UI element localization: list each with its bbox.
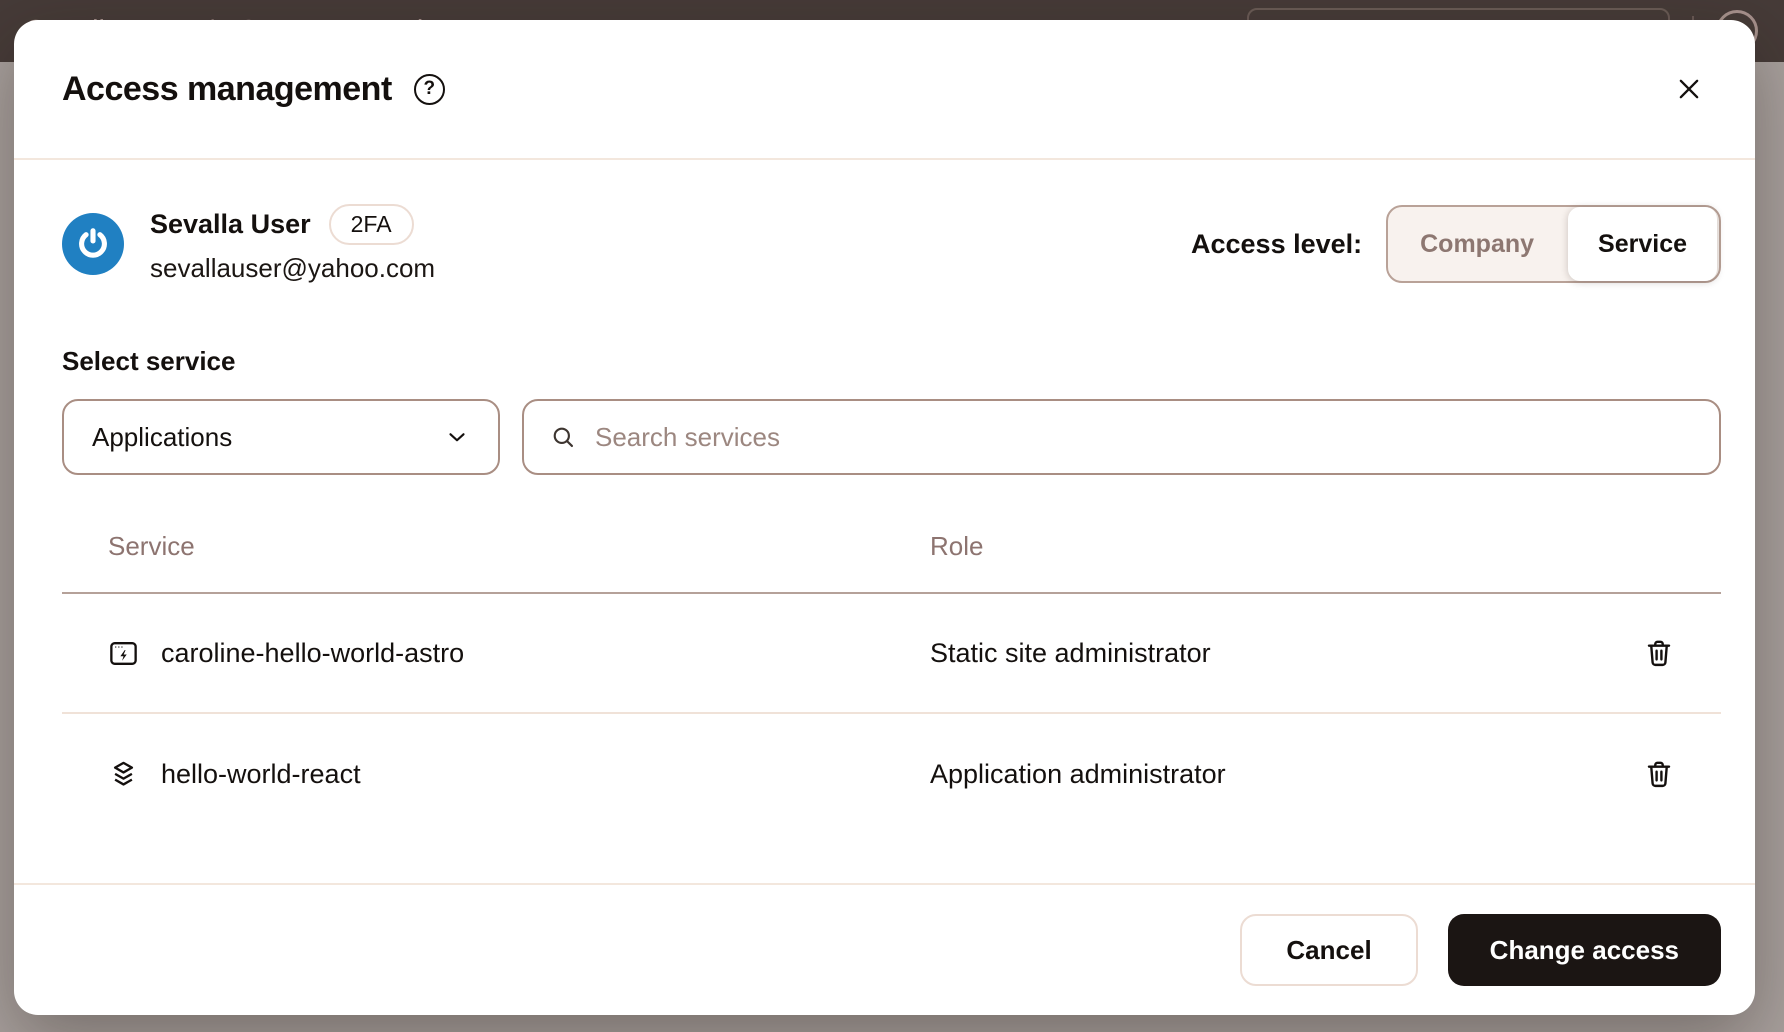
access-level-label: Access level: bbox=[1191, 229, 1362, 260]
change-access-button[interactable]: Change access bbox=[1448, 914, 1721, 986]
help-circle-icon[interactable]: ? bbox=[414, 74, 445, 105]
dialog-header: Access management ? bbox=[14, 20, 1755, 160]
table-header: Service Role bbox=[62, 531, 1721, 594]
user-email: sevallauser@yahoo.com bbox=[150, 253, 435, 284]
trash-icon[interactable] bbox=[1637, 631, 1681, 675]
toggle-option-company[interactable]: Company bbox=[1388, 207, 1566, 281]
service-search-input[interactable] bbox=[595, 422, 1693, 453]
user-row: Sevalla User 2FA sevallauser@yahoo.com A… bbox=[62, 204, 1721, 284]
dialog-body: Sevalla User 2FA sevallauser@yahoo.com A… bbox=[14, 160, 1755, 883]
table-row: hello-world-react Application administra… bbox=[62, 714, 1721, 834]
col-role: Role bbox=[930, 531, 1637, 562]
service-role: Application administrator bbox=[930, 759, 1637, 790]
cancel-button[interactable]: Cancel bbox=[1240, 914, 1417, 986]
close-icon[interactable] bbox=[1669, 69, 1709, 109]
static-site-icon bbox=[108, 638, 139, 669]
service-type-dropdown[interactable]: Applications bbox=[62, 399, 500, 475]
select-service-label: Select service bbox=[62, 346, 1721, 377]
service-name: hello-world-react bbox=[161, 759, 361, 790]
service-role: Static site administrator bbox=[930, 638, 1637, 669]
services-table: Service Role caroline-hell bbox=[62, 531, 1721, 834]
access-level-toggle: Company Service bbox=[1386, 205, 1721, 283]
user-avatar bbox=[62, 213, 124, 275]
user-name: Sevalla User bbox=[150, 209, 311, 240]
2fa-badge: 2FA bbox=[329, 204, 414, 245]
service-name: caroline-hello-world-astro bbox=[161, 638, 464, 669]
trash-icon[interactable] bbox=[1637, 752, 1681, 796]
access-management-dialog: Access management ? Sevalla User bbox=[14, 20, 1755, 1015]
search-icon bbox=[550, 424, 577, 451]
service-search bbox=[522, 399, 1721, 475]
chevron-down-icon bbox=[444, 424, 470, 450]
dialog-title: Access management bbox=[62, 70, 392, 109]
col-service: Service bbox=[108, 531, 930, 562]
service-type-value: Applications bbox=[92, 422, 232, 453]
table-row: caroline-hello-world-astro Static site a… bbox=[62, 594, 1721, 714]
application-icon bbox=[108, 759, 139, 790]
toggle-option-service[interactable]: Service bbox=[1568, 207, 1717, 281]
dialog-footer: Cancel Change access bbox=[14, 883, 1755, 1015]
